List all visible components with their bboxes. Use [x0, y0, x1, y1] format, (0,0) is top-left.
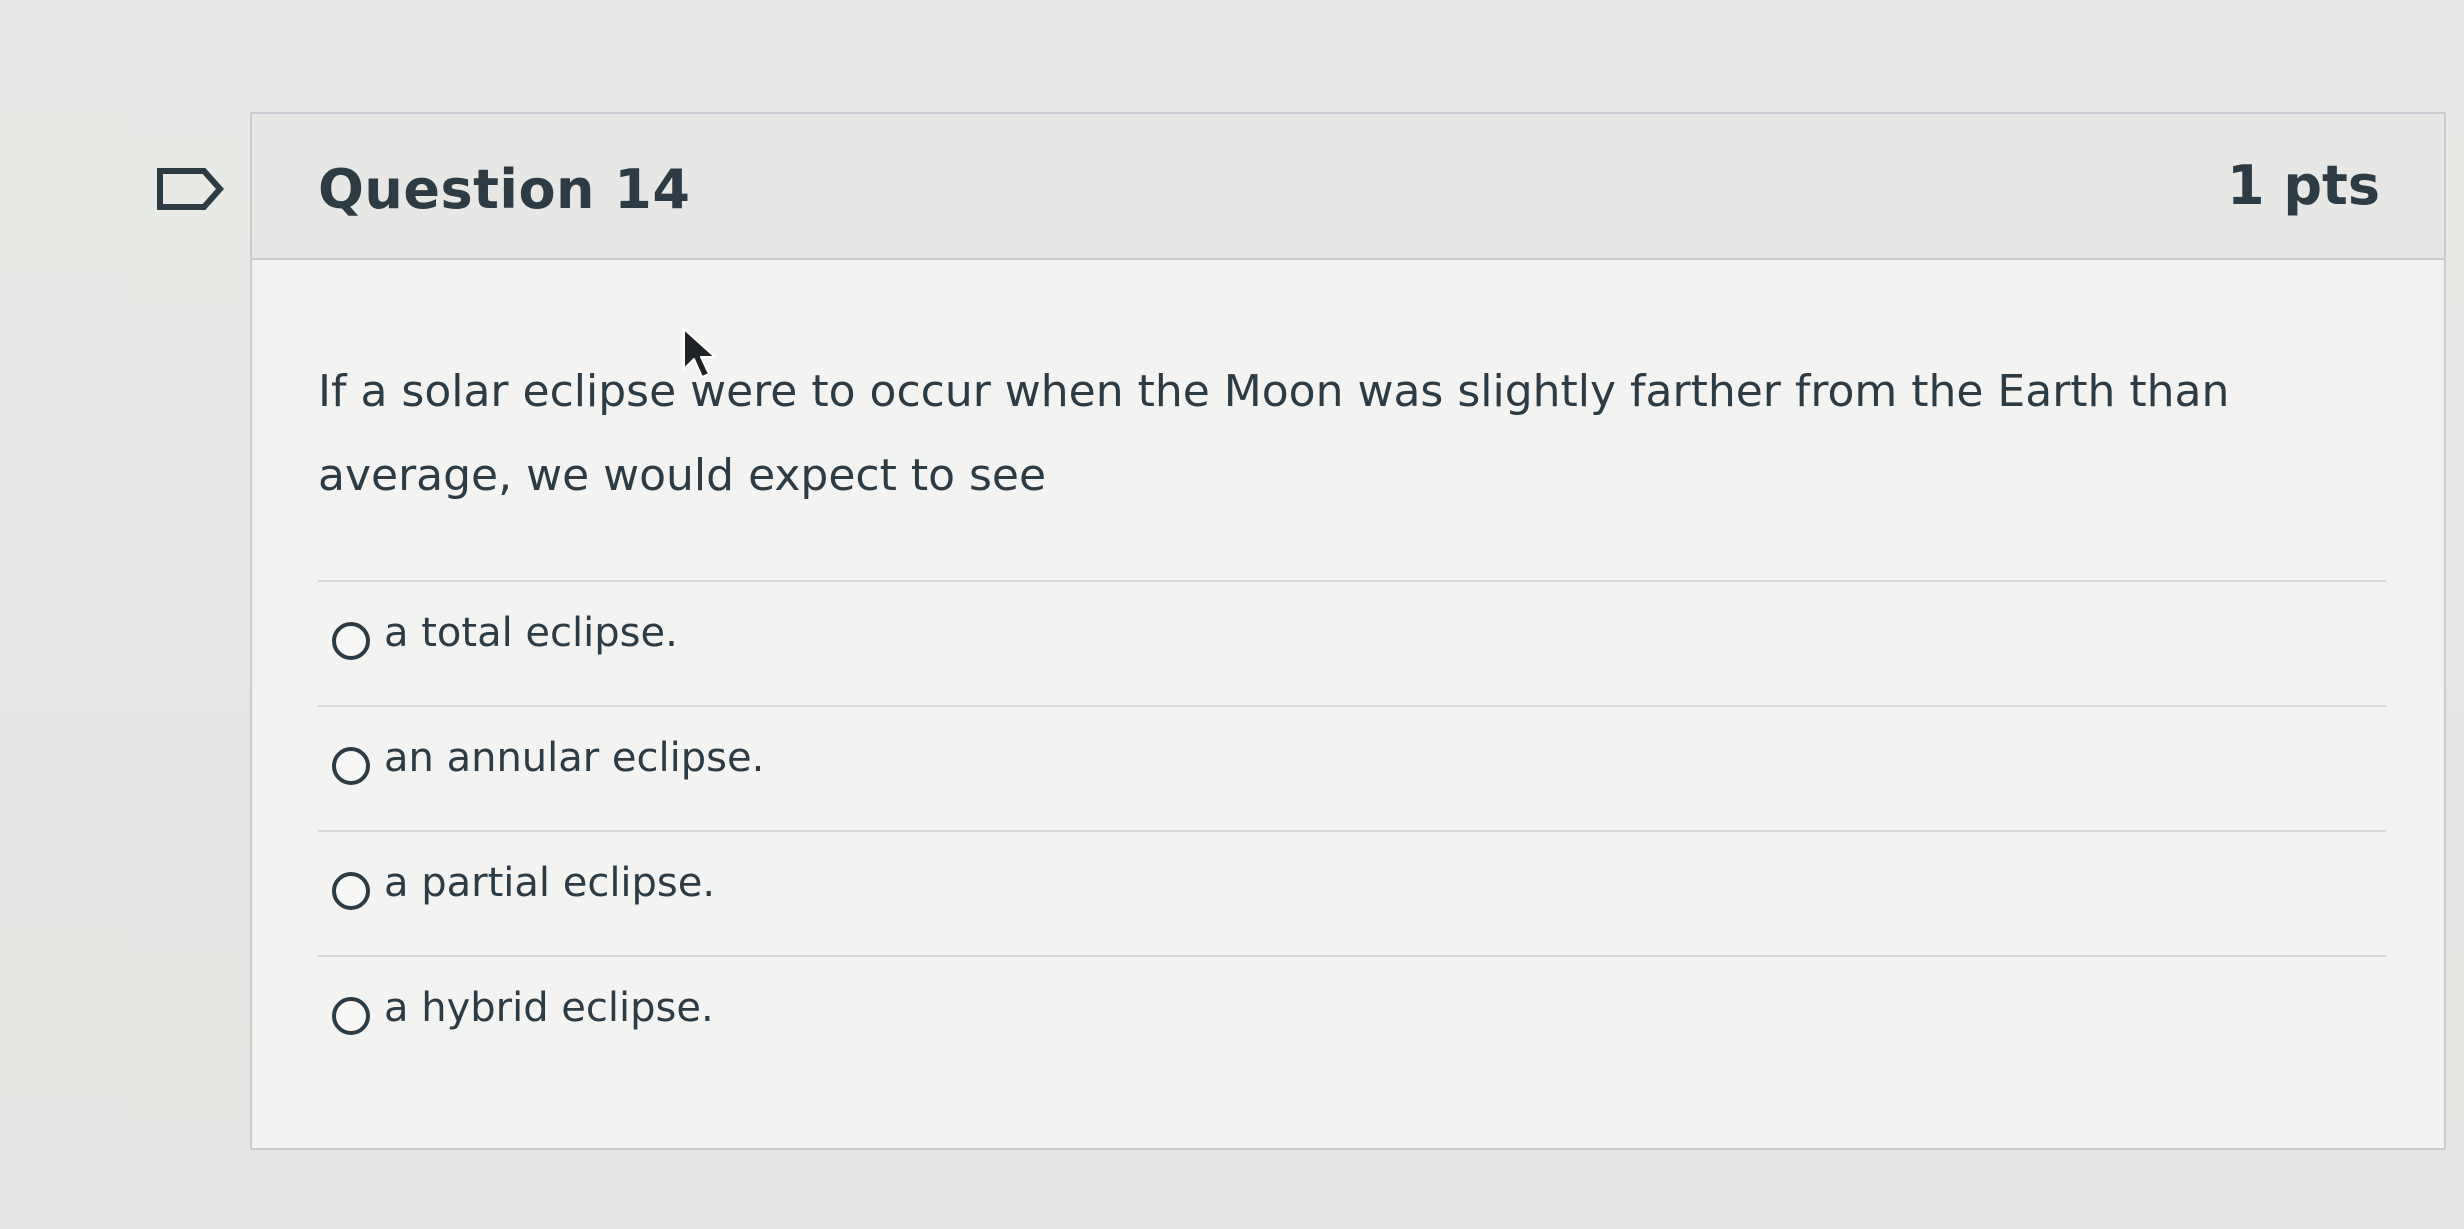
- answer-option[interactable]: a total eclipse.: [318, 580, 2386, 705]
- answer-option[interactable]: a hybrid eclipse.: [318, 955, 2386, 1080]
- question-card: Question 14 1 pts If a solar eclipse wer…: [250, 112, 2446, 1150]
- answer-list: a total eclipse. an annular eclipse. a p…: [318, 580, 2386, 1080]
- question-title: Question 14: [318, 158, 691, 221]
- flag-question-icon[interactable]: [156, 167, 224, 211]
- answer-label[interactable]: a partial eclipse.: [384, 860, 715, 906]
- question-header: Question 14 1 pts: [252, 114, 2444, 260]
- question-points: 1 pts: [2227, 154, 2380, 217]
- answer-label[interactable]: an annular eclipse.: [384, 735, 764, 781]
- answer-option[interactable]: a partial eclipse.: [318, 830, 2386, 955]
- answer-option[interactable]: an annular eclipse.: [318, 705, 2386, 830]
- radio-button-icon[interactable]: [332, 997, 370, 1035]
- answer-label[interactable]: a total eclipse.: [384, 610, 678, 656]
- answer-label[interactable]: a hybrid eclipse.: [384, 985, 714, 1031]
- question-text: If a solar eclipse were to occur when th…: [318, 366, 2230, 501]
- radio-button-icon[interactable]: [332, 622, 370, 660]
- mouse-pointer-icon: [683, 328, 716, 378]
- radio-button-icon[interactable]: [332, 872, 370, 910]
- radio-button-icon[interactable]: [332, 747, 370, 785]
